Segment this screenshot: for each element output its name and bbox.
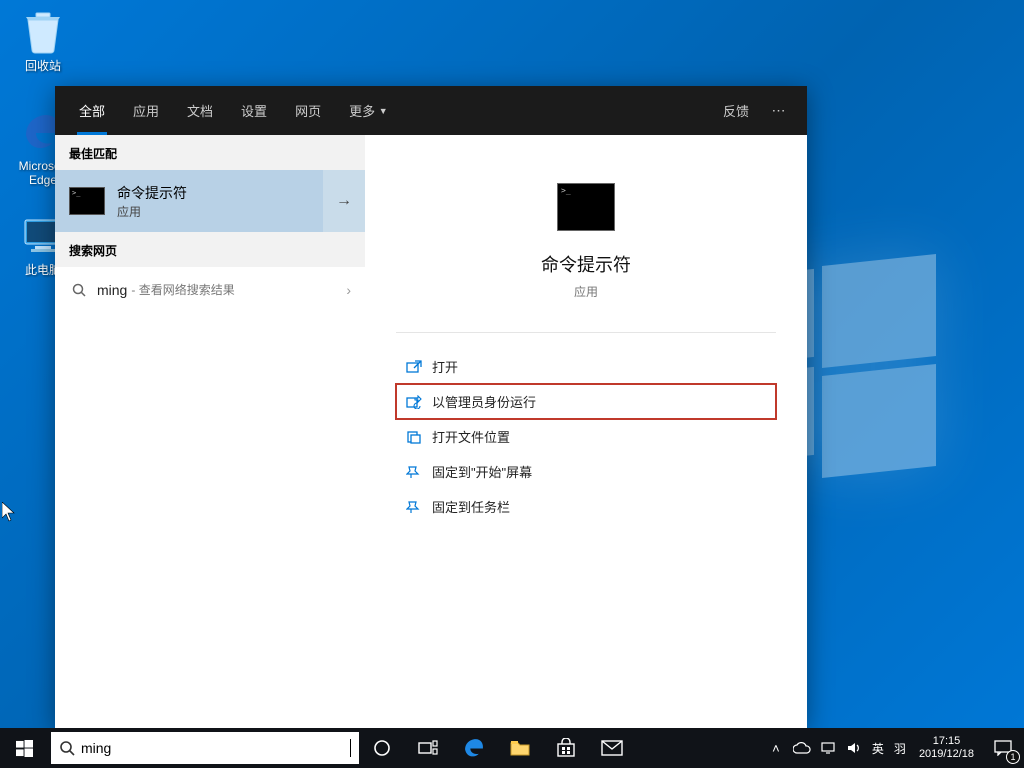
web-query-text: ming [97,282,127,298]
task-view-button[interactable] [405,728,451,768]
expand-arrow-button[interactable]: → [323,170,365,232]
tab-apps[interactable]: 应用 [119,86,173,135]
start-button[interactable] [0,728,48,768]
result-subtitle: 应用 [117,203,187,220]
taskbar-search-box[interactable] [51,732,359,764]
search-input[interactable] [81,740,350,756]
search-results-list: 最佳匹配 命令提示符 应用 → 搜索网页 ming - 查看网络搜索结果 [55,135,365,728]
web-search-header: 搜索网页 [55,232,365,267]
pin-taskbar-icon [402,500,426,514]
divider [396,332,776,333]
tray-network-icon[interactable] [815,728,841,768]
action-label: 固定到任务栏 [432,497,510,516]
tray-onedrive-icon[interactable] [789,728,815,768]
result-title: 命令提示符 [117,183,187,203]
web-search-result[interactable]: ming - 查看网络搜索结果 › [55,267,365,312]
action-label: 打开 [432,357,458,376]
pin-start-icon [402,465,426,479]
preview-action-3[interactable]: 固定到"开始"屏幕 [396,454,776,489]
preview-action-4[interactable]: 固定到任务栏 [396,489,776,524]
tab-all[interactable]: 全部 [65,86,119,135]
search-icon [69,283,89,297]
admin-run-icon [402,395,426,409]
search-header: 全部 应用 文档 设置 网页 更多 ▼ 反馈 ⋯ [55,86,807,135]
more-options-button[interactable]: ⋯ [761,102,797,119]
action-center-button[interactable]: 1 [982,728,1024,768]
preview-title: 命令提示符 [541,251,631,277]
mail-taskbar-button[interactable] [589,728,635,768]
web-hint-text: - 查看网络搜索结果 [131,281,234,298]
explorer-taskbar-button[interactable] [497,728,543,768]
chevron-right-icon: › [346,282,351,298]
open-icon [402,360,426,374]
desktop[interactable]: 回收站 Microsoft Edge 此电脑 全部 应用 文档 设置 网页 更多… [0,0,1024,768]
search-preview-pane: 命令提示符 应用 打开以管理员身份运行打开文件位置固定到"开始"屏幕固定到任务栏 [365,135,807,728]
search-panel: 全部 应用 文档 设置 网页 更多 ▼ 反馈 ⋯ 最佳匹配 命令提示符 应用 → [55,86,807,728]
system-tray: ˄ 英 羽 17:15 2019/12/18 1 [763,728,1024,768]
preview-action-2[interactable]: 打开文件位置 [396,419,776,454]
tab-more[interactable]: 更多 ▼ [335,86,402,135]
recycle-bin-icon [19,8,67,56]
desktop-icon-label: 回收站 [6,59,80,73]
preview-action-1[interactable]: 以管理员身份运行 [396,384,776,419]
tray-clock[interactable]: 17:15 2019/12/18 [911,735,982,761]
action-label: 打开文件位置 [432,427,510,446]
tray-ime2[interactable]: 羽 [889,728,911,768]
preview-subtitle: 应用 [574,283,598,300]
tray-volume-icon[interactable] [841,728,867,768]
tray-ime1[interactable]: 英 [867,728,889,768]
feedback-link[interactable]: 反馈 [711,101,761,120]
search-result-cmd[interactable]: 命令提示符 应用 → [55,170,365,232]
edge-taskbar-button[interactable] [451,728,497,768]
action-label: 以管理员身份运行 [432,392,536,411]
preview-actions: 打开以管理员身份运行打开文件位置固定到"开始"屏幕固定到任务栏 [396,349,776,524]
tray-chevron-up-icon[interactable]: ˄ [763,728,789,768]
tab-web[interactable]: 网页 [281,86,335,135]
search-icon [59,740,75,756]
taskbar: ˄ 英 羽 17:15 2019/12/18 1 [0,728,1024,768]
preview-action-0[interactable]: 打开 [396,349,776,384]
best-match-header: 最佳匹配 [55,135,365,170]
cursor-icon [2,502,16,522]
tray-date: 2019/12/18 [919,748,974,761]
store-taskbar-button[interactable] [543,728,589,768]
tab-documents[interactable]: 文档 [173,86,227,135]
cmd-preview-icon [557,183,615,231]
tab-settings[interactable]: 设置 [227,86,281,135]
notif-badge: 1 [1006,750,1020,764]
text-caret [350,739,351,757]
action-label: 固定到"开始"屏幕 [432,462,532,481]
tray-time: 17:15 [919,735,974,748]
folder-open-icon [402,430,426,444]
cortana-button[interactable] [359,728,405,768]
cmd-icon [69,187,105,215]
chevron-down-icon: ▼ [379,106,388,116]
desktop-icon-recycle-bin[interactable]: 回收站 [6,8,80,73]
